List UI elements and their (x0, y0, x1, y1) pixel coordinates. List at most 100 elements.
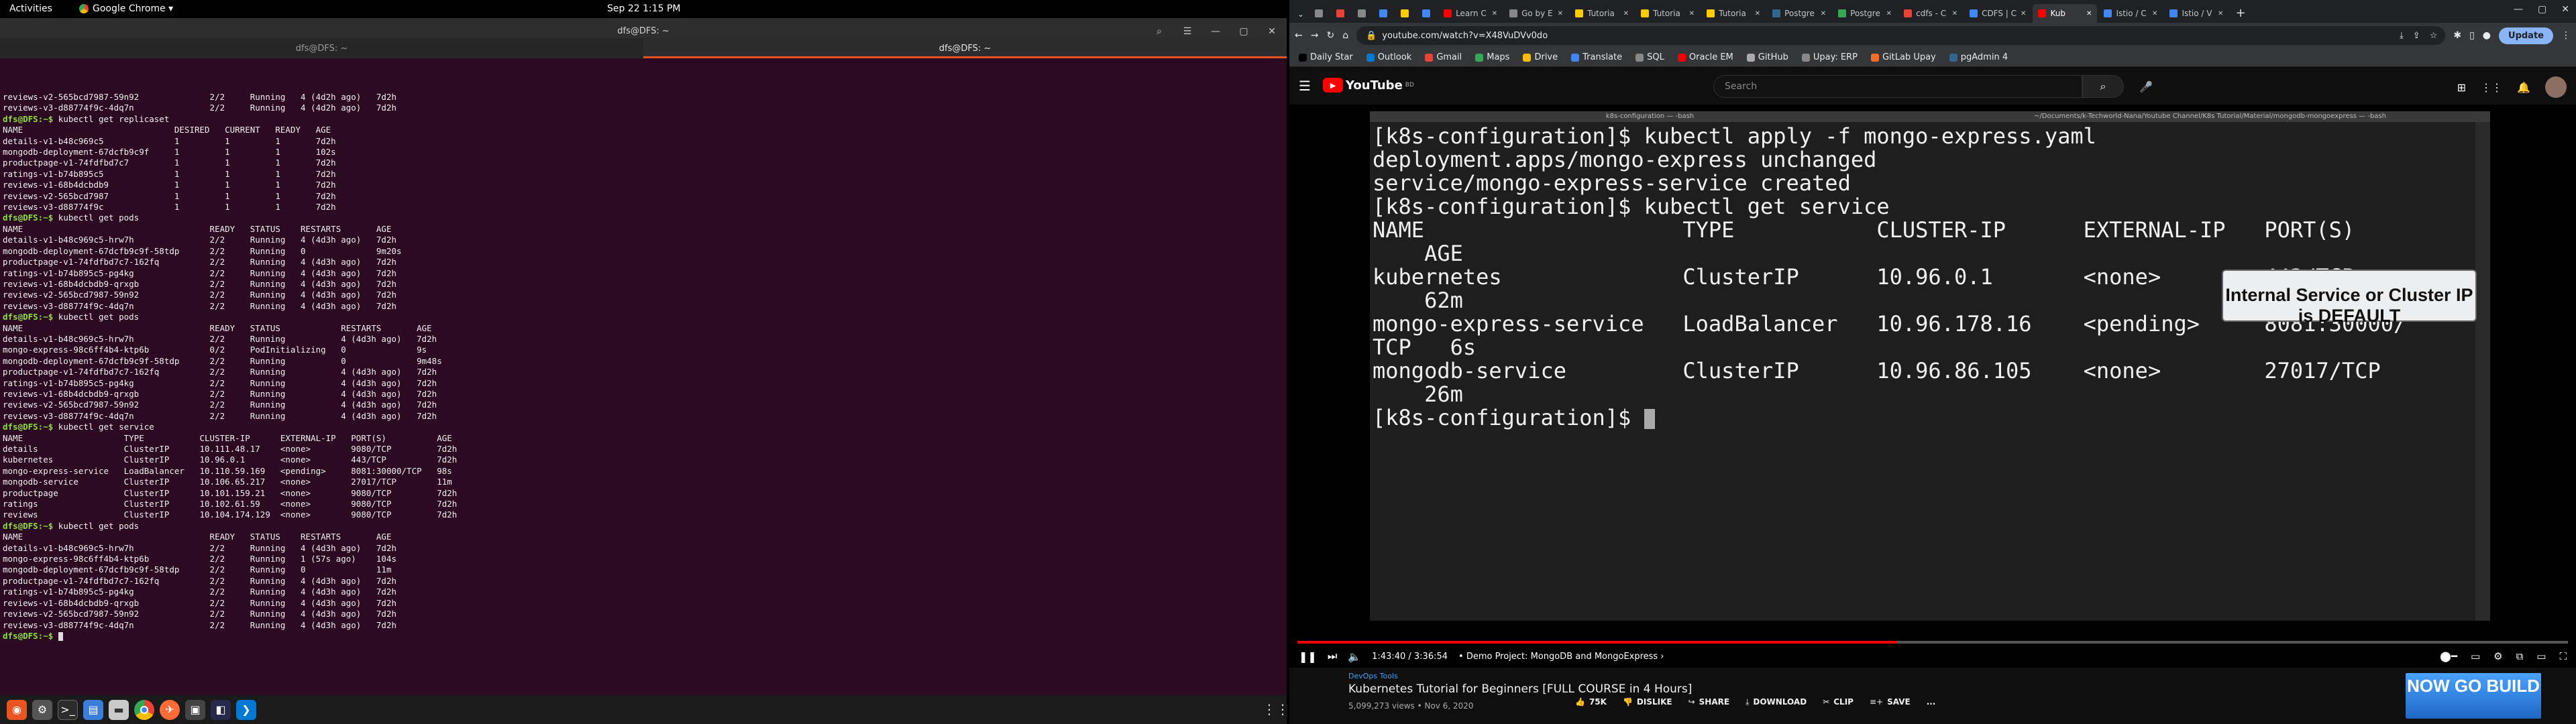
search-icon[interactable]: ⌕ (1151, 23, 1167, 40)
hamburger-menu-icon[interactable]: ☰ (1179, 23, 1195, 40)
close-tab-icon[interactable]: ✕ (1886, 10, 1892, 17)
terminal-tab-2[interactable]: dfs@DFS: ~ (643, 38, 1287, 58)
close-tab-icon[interactable]: ✕ (2086, 10, 2092, 17)
subtitles-icon[interactable]: ▭ (2471, 650, 2480, 662)
bookmark-item[interactable]: pgAdmin 4 (1949, 52, 2008, 62)
bookmark-item[interactable]: GitLab Upay (1870, 52, 1936, 62)
screenshot-icon[interactable]: ▣ (185, 699, 205, 720)
bookmark-item[interactable]: Oracle EM (1677, 52, 1733, 62)
close-tab-icon[interactable]: ✕ (2021, 10, 2026, 17)
settings-icon[interactable]: ⚙ (2493, 650, 2502, 662)
save-button[interactable]: ≡+ SAVE (1870, 697, 1911, 707)
close-tab-icon[interactable]: ✕ (2152, 10, 2157, 17)
new-tab-button[interactable]: + (2235, 6, 2245, 20)
close-tab-icon[interactable]: ✕ (2218, 10, 2223, 17)
theater-icon[interactable]: ▭ (2536, 650, 2546, 662)
browser-tab[interactable] (1417, 4, 1437, 23)
files-icon[interactable]: ▤ (83, 699, 103, 720)
bookmark-item[interactable]: SQL (1635, 52, 1664, 62)
video-player[interactable]: k8s-configuration — -bash ~/Documents/k-… (1289, 105, 2576, 668)
ad-banner[interactable]: NOW GO BUILD (2406, 673, 2541, 719)
browser-tab[interactable] (1309, 4, 1330, 23)
terminal-icon[interactable]: >_ (58, 699, 78, 720)
side-panel-icon[interactable]: ▯ (2469, 30, 2475, 41)
close-tab-icon[interactable]: ✕ (1492, 10, 1497, 17)
more-menu-icon[interactable]: ⋮ (2561, 30, 2571, 41)
browser-tab[interactable]: Learn C ✕ (1438, 4, 1503, 23)
browser-tab[interactable]: Istio / V ✕ (2164, 4, 2229, 23)
next-icon[interactable]: ⏭ (1328, 650, 1337, 663)
screen-recorder-icon[interactable]: ◧ (211, 699, 231, 720)
chrome-icon[interactable] (134, 699, 154, 720)
bookmark-star-icon[interactable]: ☆ (2430, 31, 2438, 41)
bookmark-item[interactable]: Drive (1523, 52, 1558, 62)
download-button[interactable]: ⤓ DOWNLOAD (1746, 697, 1807, 707)
update-button[interactable]: Update (2499, 27, 2553, 44)
settings-icon[interactable]: ⚙ (32, 699, 52, 720)
forward-icon[interactable]: → (1311, 30, 1319, 41)
folder-icon[interactable]: ▬ (109, 699, 129, 720)
search-button[interactable]: ⌕ (2082, 75, 2124, 98)
install-icon[interactable]: ⤓ (2400, 31, 2404, 41)
app-menu[interactable]: Google Chrome ▾ (79, 3, 173, 14)
minimize-icon[interactable]: — (1208, 23, 1224, 40)
more-actions-button[interactable]: ... (1927, 697, 1936, 707)
close-icon[interactable]: ✕ (1264, 23, 1280, 40)
close-tab-icon[interactable]: ✕ (1689, 10, 1695, 17)
bookmark-item[interactable]: Translate (1571, 52, 1622, 62)
address-bar[interactable]: 🔒 youtube.com/watch?v=X48VuDVv0do ⤓ ⇪ ☆ (1356, 26, 2446, 45)
voice-search-icon[interactable]: 🎤 (2136, 76, 2156, 97)
show-apps-icon[interactable]: ⋮⋮⋮ (1263, 701, 1303, 719)
browser-tab[interactable]: Go by E ✕ (1504, 4, 1568, 23)
share-button[interactable]: ↪ SHARE (1688, 697, 1729, 707)
terminal-output[interactable]: reviews-v2-565bcd7987-59n92 2/2 Running … (3, 92, 1277, 702)
browser-tab[interactable]: CDFS | C ✕ (1964, 4, 2031, 23)
bookmark-item[interactable]: Daily Star (1299, 52, 1353, 62)
tab-search-icon[interactable]: ⌄ (1297, 9, 1304, 19)
apps-icon[interactable]: ⋮⋮ (2481, 81, 2502, 94)
browser-tab[interactable]: Tutoria ✕ (1635, 4, 1700, 23)
browser-tab[interactable] (1352, 4, 1373, 23)
avatar[interactable] (2545, 76, 2567, 98)
home-icon[interactable]: ⌂ (1342, 30, 1348, 41)
clip-button[interactable]: ✂ CLIP (1823, 697, 1854, 707)
bookmark-item[interactable]: Maps (1475, 52, 1509, 62)
bookmark-item[interactable]: Gmail (1425, 52, 1462, 62)
maximize-icon[interactable]: ▢ (1236, 23, 1252, 40)
bookmark-item[interactable]: Outlook (1366, 52, 1411, 62)
fullscreen-icon[interactable]: ⛶ (2559, 650, 2567, 662)
pause-icon[interactable]: ❚❚ (1299, 650, 1317, 663)
close-tab-icon[interactable]: ✕ (1952, 10, 1957, 17)
channel-name[interactable]: DevOps Tools (1348, 672, 1398, 680)
postman-icon[interactable]: ✈ (160, 699, 180, 720)
browser-tab[interactable]: Tutoria ✕ (1570, 4, 1634, 23)
like-button[interactable]: 👍 75K (1575, 697, 1607, 707)
miniplayer-icon[interactable]: ⧉ (2516, 650, 2524, 662)
clock[interactable]: Sep 22 1:15 PM (607, 3, 681, 14)
create-icon[interactable]: ⊞ (2457, 81, 2466, 94)
close-tab-icon[interactable]: ✕ (1623, 10, 1629, 17)
restore-icon[interactable]: ▢ (2538, 4, 2546, 15)
activities-button[interactable]: Activities (9, 3, 52, 14)
ubuntu-icon[interactable]: ◉ (7, 699, 27, 720)
browser-tab[interactable]: Postgre ✕ (1767, 4, 1831, 23)
close-tab-icon[interactable]: ✕ (1821, 10, 1826, 17)
dislike-button[interactable]: 👎 DISLIKE (1623, 697, 1672, 707)
youtube-logo[interactable]: ▶ YouTube BD (1323, 78, 1414, 93)
close-tab-icon[interactable]: ✕ (1558, 10, 1563, 17)
terminal-tab-1[interactable]: dfs@DFS: ~ (0, 38, 643, 58)
extensions-icon[interactable]: ✱ (2453, 30, 2461, 41)
profile-icon[interactable]: ● (2483, 30, 2491, 41)
minimize-icon[interactable]: — (2514, 4, 2523, 15)
browser-tab[interactable] (1395, 4, 1415, 23)
browser-tab[interactable] (1331, 4, 1351, 23)
close-tab-icon[interactable]: ✕ (1755, 10, 1760, 17)
browser-tab[interactable]: Tutoria ✕ (1701, 4, 1766, 23)
volume-icon[interactable]: 🔈 (1348, 650, 1361, 663)
notifications-icon[interactable]: 🔔 (2517, 81, 2530, 94)
share-icon[interactable]: ⇪ (2413, 31, 2420, 41)
terminal-window[interactable]: dfs@DFS: ~ ⌕ ☰ — ▢ ✕ dfs@DFS: ~ dfs@DFS:… (0, 18, 1287, 695)
bookmark-item[interactable]: GitHub (1746, 52, 1788, 62)
back-icon[interactable]: ← (1295, 30, 1303, 41)
autoplay-toggle[interactable]: ⬤━ (2440, 650, 2457, 662)
